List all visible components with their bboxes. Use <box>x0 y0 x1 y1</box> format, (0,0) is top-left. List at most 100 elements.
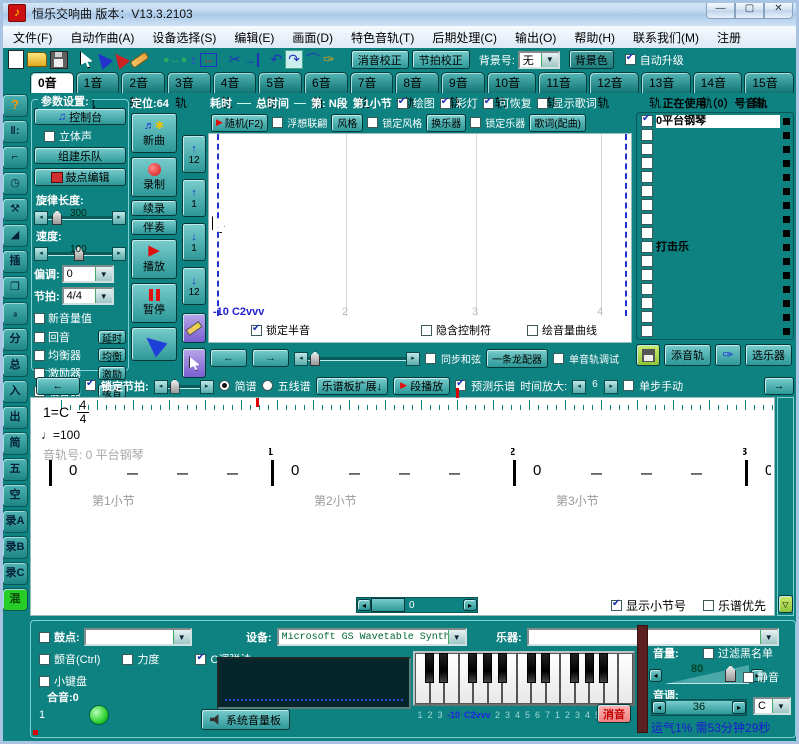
change-instrument-button[interactable]: 换乐器 <box>426 114 466 132</box>
track-checkbox-13[interactable] <box>641 297 653 309</box>
add-track-button[interactable]: 添音轨 <box>664 344 711 366</box>
tab-8音轨[interactable]: 8音轨 <box>395 72 439 93</box>
chevron-down-icon[interactable]: ▼ <box>772 699 789 713</box>
lyrics-button[interactable]: 歌词(配曲) <box>529 114 586 132</box>
cursor-tool-icon[interactable] <box>80 51 93 68</box>
chevron-down-icon[interactable]: ▼ <box>173 630 190 644</box>
track-row-7[interactable] <box>638 212 792 226</box>
mute-correct-button[interactable]: 消音校正 <box>351 50 409 69</box>
v-stretch-icon[interactable]: ↕ <box>190 52 197 67</box>
track-row-15[interactable] <box>638 324 792 338</box>
pitch-scrollbar[interactable]: ◂ 36 ▸ <box>651 699 747 716</box>
menu-item-4[interactable]: 画面(D) <box>292 29 333 46</box>
left-strip-item-3[interactable]: ◷ <box>2 172 28 195</box>
select-range-icon[interactable]: ↔ <box>200 53 217 67</box>
scroll-thumb[interactable] <box>371 598 405 612</box>
score-priority-checkbox[interactable] <box>703 600 714 611</box>
orchestrate-cone-button[interactable] <box>131 327 177 361</box>
volume-down-arrow[interactable]: ◂ <box>649 669 662 682</box>
hidden-control-checkbox[interactable] <box>421 325 432 336</box>
score-expand-button[interactable]: 乐谱板扩展↓ <box>316 377 389 395</box>
bg-color-button[interactable]: 背景色 <box>569 50 614 69</box>
save-track-button[interactable] <box>636 344 660 366</box>
track-row-8[interactable] <box>638 226 792 240</box>
chevron-down-icon[interactable]: ▼ <box>448 630 465 644</box>
draw-checkbox[interactable] <box>397 98 408 109</box>
pitch-up-arrow[interactable]: ▸ <box>732 701 746 714</box>
track-square-10[interactable] <box>783 258 790 265</box>
track-square-1[interactable] <box>783 132 790 139</box>
fancy-checkbox[interactable] <box>272 117 283 128</box>
h-stretch-icon[interactable]: ●↔● <box>163 54 187 66</box>
chevron-down-icon[interactable]: ▼ <box>541 53 558 67</box>
move-to-end-icon[interactable]: → <box>244 53 259 67</box>
tab-3音轨[interactable]: 3音轨 <box>167 72 211 93</box>
tab-2音轨[interactable]: 2音轨 <box>121 72 165 93</box>
menu-item-8[interactable]: 帮助(H) <box>574 29 615 46</box>
close-button[interactable]: ✕ <box>764 1 793 19</box>
menu-item-5[interactable]: 特色音轨(T) <box>351 29 414 46</box>
track-row-6[interactable] <box>638 198 792 212</box>
device-select[interactable]: Microsoft GS Wavetable Synth ▼ <box>277 628 467 646</box>
eraser-button[interactable] <box>182 313 206 343</box>
system-volume-button[interactable]: 系统音量板 <box>201 709 290 730</box>
piano-black-key-7[interactable] <box>527 653 536 683</box>
detune-select[interactable]: 0▼ <box>62 265 114 283</box>
piano-black-key-5[interactable] <box>498 653 507 683</box>
track-checkbox-9[interactable] <box>641 241 653 253</box>
piano-black-key-10[interactable] <box>570 653 579 683</box>
score-strip-down-button[interactable]: ▽ <box>778 595 793 613</box>
track-checkbox-15[interactable] <box>641 325 653 337</box>
track-square-8[interactable] <box>783 230 790 237</box>
piano-black-key-4[interactable] <box>483 653 492 683</box>
sync-chord-checkbox[interactable] <box>425 353 436 364</box>
score-area[interactable]: 1=C 4 4 ♩=100 音轨号: 0 平台钢琴 0 ——— 第1小节 1 0… <box>30 397 775 616</box>
lights-checkbox[interactable] <box>440 98 451 109</box>
select-cursor-button[interactable] <box>182 348 206 378</box>
melody-length-slider[interactable]: ◂▸ 300 <box>34 210 126 224</box>
redo-icon[interactable]: ↷ <box>285 50 303 69</box>
chevron-down-icon[interactable]: ▼ <box>95 289 112 303</box>
time-zoom-stepper[interactable]: ◂▸6 <box>572 379 618 393</box>
jianpu-radio[interactable] <box>219 380 230 391</box>
left-strip-item-1[interactable]: ‖: <box>2 120 28 143</box>
tab-11音轨[interactable]: 11音轨 <box>538 72 587 93</box>
left-strip-item-18[interactable]: 录C <box>2 562 28 585</box>
menu-item-6[interactable]: 后期处理(C) <box>432 29 497 46</box>
open-folder-icon[interactable] <box>27 52 47 67</box>
track-square-15[interactable] <box>783 328 790 335</box>
track-square-6[interactable] <box>783 202 790 209</box>
tab-4音轨[interactable]: 4音轨 <box>213 72 257 93</box>
track-row-9[interactable]: 打击乐 <box>638 240 792 254</box>
segment-play-button[interactable]: ▶段播放 <box>393 377 450 395</box>
step-right-button[interactable]: → <box>252 349 289 367</box>
menu-item-2[interactable]: 设备选择(S) <box>152 29 216 46</box>
numpad-checkbox[interactable] <box>39 676 50 687</box>
left-strip-item-2[interactable]: ⌐ <box>2 146 28 169</box>
piano-black-key-11[interactable] <box>585 653 594 683</box>
piano-black-key-12[interactable] <box>599 653 608 683</box>
left-strip-item-13[interactable]: 简 <box>2 432 28 455</box>
left-strip-item-0[interactable]: ? <box>2 94 28 117</box>
track-square-0[interactable] <box>783 118 790 125</box>
track-checkbox-8[interactable] <box>641 227 653 239</box>
random-button[interactable]: ▶随机(F2) <box>211 114 268 132</box>
track-row-14[interactable] <box>638 310 792 324</box>
vibrato-checkbox[interactable] <box>39 654 50 665</box>
tab-13音轨[interactable]: 13音轨 <box>641 72 691 93</box>
tab-14音轨[interactable]: 14音轨 <box>693 72 743 93</box>
volume-curve-checkbox[interactable] <box>527 325 538 336</box>
draw-canvas[interactable]: -10 C2vvv 2 3 4 锁定半音 隐含控制符 绘音量曲线 <box>208 133 632 343</box>
delay-button[interactable]: 延时 <box>98 330 126 344</box>
shift-down-1-button[interactable]: ↓1 <box>182 223 206 261</box>
track-square-7[interactable] <box>783 216 790 223</box>
track-square-14[interactable] <box>783 314 790 321</box>
echo-checkbox[interactable] <box>34 332 45 343</box>
track-square-2[interactable] <box>783 146 790 153</box>
play-button[interactable]: ▶ 播放 <box>131 239 177 279</box>
tab-5音轨[interactable]: 5音轨 <box>258 72 302 93</box>
track-row-1[interactable] <box>638 128 792 142</box>
tab-0音轨[interactable]: 0音轨 <box>30 72 74 93</box>
recoverable-checkbox[interactable] <box>483 98 494 109</box>
instrument-select[interactable]: 平台钢琴▼ <box>527 628 779 646</box>
